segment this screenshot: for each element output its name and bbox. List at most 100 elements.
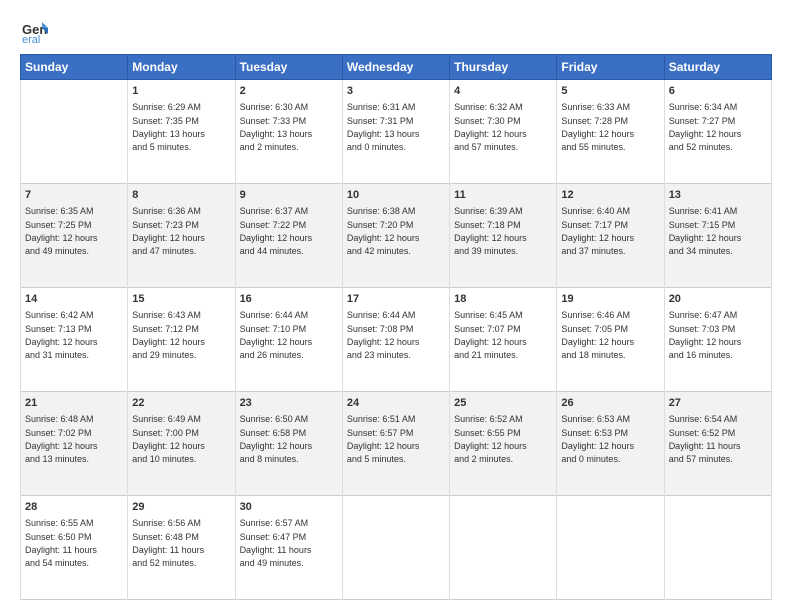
date-number: 2 (240, 84, 338, 99)
date-number: 27 (669, 396, 767, 411)
cell-details: Sunrise: 6:54 AM Sunset: 6:52 PM Dayligh… (669, 414, 741, 464)
date-number: 11 (454, 188, 552, 203)
cell-details: Sunrise: 6:43 AM Sunset: 7:12 PM Dayligh… (132, 310, 205, 360)
cell-details: Sunrise: 6:41 AM Sunset: 7:15 PM Dayligh… (669, 206, 742, 256)
date-number: 25 (454, 396, 552, 411)
date-number: 7 (25, 188, 123, 203)
cell-details: Sunrise: 6:56 AM Sunset: 6:48 PM Dayligh… (132, 518, 204, 568)
page-header: Gen eral (20, 16, 772, 44)
date-number: 4 (454, 84, 552, 99)
cell-details: Sunrise: 6:31 AM Sunset: 7:31 PM Dayligh… (347, 102, 420, 152)
logo-icon: Gen eral (20, 16, 48, 44)
cell-details: Sunrise: 6:55 AM Sunset: 6:50 PM Dayligh… (25, 518, 97, 568)
calendar-cell: 10Sunrise: 6:38 AM Sunset: 7:20 PM Dayli… (342, 184, 449, 288)
date-number: 8 (132, 188, 230, 203)
date-number: 3 (347, 84, 445, 99)
cell-details: Sunrise: 6:32 AM Sunset: 7:30 PM Dayligh… (454, 102, 527, 152)
date-number: 16 (240, 292, 338, 307)
date-number: 30 (240, 500, 338, 515)
cell-details: Sunrise: 6:42 AM Sunset: 7:13 PM Dayligh… (25, 310, 98, 360)
calendar-cell (342, 496, 449, 600)
calendar-cell: 28 Sunrise: 6:55 AM Sunset: 6:50 PM Dayli… (21, 496, 128, 600)
calendar-cell: 5 Sunrise: 6:33 AM Sunset: 7:28 PM Daylig… (557, 80, 664, 184)
calendar-cell: 13 Sunrise: 6:41 AM Sunset: 7:15 PM Dayli… (664, 184, 771, 288)
cell-details: Sunrise: 6:49 AM Sunset: 7:00 PM Dayligh… (132, 414, 205, 464)
cell-details: Sunrise: 6:44 AM Sunset: 7:10 PM Dayligh… (240, 310, 313, 360)
calendar-cell: 30Sunrise: 6:57 AM Sunset: 6:47 PM Dayli… (235, 496, 342, 600)
calendar-cell: 27 Sunrise: 6:54 AM Sunset: 6:52 PM Dayli… (664, 392, 771, 496)
cell-details: Sunrise: 6:52 AM Sunset: 6:55 PM Dayligh… (454, 414, 527, 464)
date-number: 9 (240, 188, 338, 203)
calendar-cell: 23 Sunrise: 6:50 AM Sunset: 6:58 PM Dayli… (235, 392, 342, 496)
date-number: 24 (347, 396, 445, 411)
calendar-cell: 1 Sunrise: 6:29 AM Sunset: 7:35 PM Daylig… (128, 80, 235, 184)
date-number: 28 (25, 500, 123, 515)
date-number: 18 (454, 292, 552, 307)
cell-details: Sunrise: 6:34 AM Sunset: 7:27 PM Dayligh… (669, 102, 742, 152)
cell-details: Sunrise: 6:50 AM Sunset: 6:58 PM Dayligh… (240, 414, 313, 464)
header-row: SundayMondayTuesdayWednesdayThursdayFrid… (21, 55, 772, 80)
calendar-cell: 29Sunrise: 6:56 AM Sunset: 6:48 PM Dayli… (128, 496, 235, 600)
col-header-monday: Monday (128, 55, 235, 80)
cell-details: Sunrise: 6:48 AM Sunset: 7:02 PM Dayligh… (25, 414, 98, 464)
date-number: 20 (669, 292, 767, 307)
date-number: 17 (347, 292, 445, 307)
date-number: 5 (561, 84, 659, 99)
calendar-header: SundayMondayTuesdayWednesdayThursdayFrid… (21, 55, 772, 80)
date-number: 21 (25, 396, 123, 411)
calendar-cell (21, 80, 128, 184)
cell-details: Sunrise: 6:29 AM Sunset: 7:35 PM Dayligh… (132, 102, 205, 152)
cell-details: Sunrise: 6:37 AM Sunset: 7:22 PM Dayligh… (240, 206, 313, 256)
calendar-cell (557, 496, 664, 600)
col-header-wednesday: Wednesday (342, 55, 449, 80)
date-number: 14 (25, 292, 123, 307)
date-number: 12 (561, 188, 659, 203)
date-number: 23 (240, 396, 338, 411)
calendar-cell: 21 Sunrise: 6:48 AM Sunset: 7:02 PM Dayli… (21, 392, 128, 496)
calendar-cell (450, 496, 557, 600)
cell-details: Sunrise: 6:39 AM Sunset: 7:18 PM Dayligh… (454, 206, 527, 256)
calendar-cell: 26Sunrise: 6:53 AM Sunset: 6:53 PM Dayli… (557, 392, 664, 496)
calendar-cell: 3 Sunrise: 6:31 AM Sunset: 7:31 PM Daylig… (342, 80, 449, 184)
calendar-cell: 12 Sunrise: 6:40 AM Sunset: 7:17 PM Dayli… (557, 184, 664, 288)
cell-details: Sunrise: 6:33 AM Sunset: 7:28 PM Dayligh… (561, 102, 634, 152)
calendar-cell: 16 Sunrise: 6:44 AM Sunset: 7:10 PM Dayli… (235, 288, 342, 392)
calendar-cell: 14 Sunrise: 6:42 AM Sunset: 7:13 PM Dayli… (21, 288, 128, 392)
calendar-cell: 4 Sunrise: 6:32 AM Sunset: 7:30 PM Daylig… (450, 80, 557, 184)
date-number: 13 (669, 188, 767, 203)
date-number: 6 (669, 84, 767, 99)
calendar-cell: 20Sunrise: 6:47 AM Sunset: 7:03 PM Dayli… (664, 288, 771, 392)
col-header-tuesday: Tuesday (235, 55, 342, 80)
calendar-table: SundayMondayTuesdayWednesdayThursdayFrid… (20, 54, 772, 600)
calendar-cell: 7 Sunrise: 6:35 AM Sunset: 7:25 PM Daylig… (21, 184, 128, 288)
calendar-cell: 9 Sunrise: 6:37 AM Sunset: 7:22 PM Daylig… (235, 184, 342, 288)
date-number: 19 (561, 292, 659, 307)
date-number: 22 (132, 396, 230, 411)
calendar-cell: 18Sunrise: 6:45 AM Sunset: 7:07 PM Dayli… (450, 288, 557, 392)
week-row-3: 14 Sunrise: 6:42 AM Sunset: 7:13 PM Dayli… (21, 288, 772, 392)
calendar-cell: 25 Sunrise: 6:52 AM Sunset: 6:55 PM Dayli… (450, 392, 557, 496)
calendar-cell: 11 Sunrise: 6:39 AM Sunset: 7:18 PM Dayli… (450, 184, 557, 288)
cell-details: Sunrise: 6:35 AM Sunset: 7:25 PM Dayligh… (25, 206, 98, 256)
calendar-body: 1 Sunrise: 6:29 AM Sunset: 7:35 PM Daylig… (21, 80, 772, 600)
calendar-cell: 8 Sunrise: 6:36 AM Sunset: 7:23 PM Daylig… (128, 184, 235, 288)
week-row-1: 1 Sunrise: 6:29 AM Sunset: 7:35 PM Daylig… (21, 80, 772, 184)
cell-details: Sunrise: 6:53 AM Sunset: 6:53 PM Dayligh… (561, 414, 634, 464)
calendar-cell: 15Sunrise: 6:43 AM Sunset: 7:12 PM Dayli… (128, 288, 235, 392)
week-row-2: 7 Sunrise: 6:35 AM Sunset: 7:25 PM Daylig… (21, 184, 772, 288)
col-header-friday: Friday (557, 55, 664, 80)
cell-details: Sunrise: 6:46 AM Sunset: 7:05 PM Dayligh… (561, 310, 634, 360)
week-row-4: 21 Sunrise: 6:48 AM Sunset: 7:02 PM Dayli… (21, 392, 772, 496)
col-header-sunday: Sunday (21, 55, 128, 80)
calendar-cell: 2Sunrise: 6:30 AM Sunset: 7:33 PM Daylig… (235, 80, 342, 184)
cell-details: Sunrise: 6:38 AM Sunset: 7:20 PM Dayligh… (347, 206, 420, 256)
cell-details: Sunrise: 6:36 AM Sunset: 7:23 PM Dayligh… (132, 206, 205, 256)
logo: Gen eral (20, 16, 52, 44)
cell-details: Sunrise: 6:40 AM Sunset: 7:17 PM Dayligh… (561, 206, 634, 256)
svg-text:eral: eral (22, 34, 40, 44)
calendar-cell: 24Sunrise: 6:51 AM Sunset: 6:57 PM Dayli… (342, 392, 449, 496)
date-number: 1 (132, 84, 230, 99)
calendar-cell (664, 496, 771, 600)
week-row-5: 28 Sunrise: 6:55 AM Sunset: 6:50 PM Dayli… (21, 496, 772, 600)
calendar-cell: 19 Sunrise: 6:46 AM Sunset: 7:05 PM Dayli… (557, 288, 664, 392)
